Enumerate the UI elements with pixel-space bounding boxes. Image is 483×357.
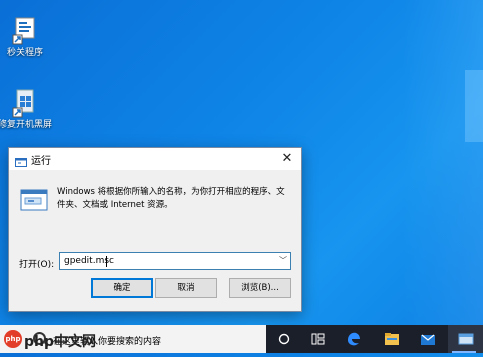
desktop-icon-shortcut[interactable]: 秒关程序	[0, 16, 56, 59]
watermark-logo: php	[4, 330, 22, 348]
dialog-title: 运行	[31, 156, 51, 167]
repair-tool-icon	[10, 88, 40, 118]
desktop-icon-repair[interactable]: 修复开机黑屏	[0, 88, 56, 131]
dialog-description: Windows 将根据你所输入的名称，为你打开相应的程序、文件夹、文档或 Int…	[57, 187, 285, 210]
task-view-icon[interactable]	[268, 325, 300, 353]
explorer-icon[interactable]	[376, 325, 408, 353]
dialog-content: Windows 将根据你所输入的名称，为你打开相应的程序、文件夹、文档或 Int…	[9, 170, 301, 311]
cancel-button[interactable]: 取消	[155, 278, 217, 298]
ok-button[interactable]: 确定	[91, 278, 153, 298]
edge-icon[interactable]	[338, 325, 370, 353]
run-taskbar-item[interactable]	[448, 325, 483, 353]
desktop-icon-label: 修复开机黑屏	[0, 120, 52, 130]
chevron-down-icon[interactable]: ﹀	[279, 255, 287, 266]
run-dialog: 运行 ✕ Windows 将根据你所输入的名称，为你打开相应的程序、文件夹、文档…	[8, 147, 302, 312]
task-manager-icon[interactable]	[302, 325, 334, 353]
text-caret	[106, 256, 107, 267]
desktop-icon-label: 秒关程序	[6, 48, 43, 58]
close-icon[interactable]: ✕	[279, 151, 295, 167]
store-icon[interactable]	[412, 325, 444, 353]
shortcut-app-icon	[10, 16, 40, 46]
run-app-icon	[15, 153, 27, 167]
open-label: 打开(O):	[19, 260, 55, 270]
wallpaper-gradient	[403, 0, 483, 353]
browse-button[interactable]: 浏览(B)...	[229, 278, 291, 298]
run-icon	[20, 188, 48, 214]
watermark-text: php中文网	[24, 334, 97, 350]
wallpaper-light-streak	[465, 70, 483, 142]
run-command-input[interactable]: gpedit.msc ﹀	[59, 252, 291, 270]
dialog-titlebar[interactable]: 运行 ✕	[9, 148, 301, 170]
